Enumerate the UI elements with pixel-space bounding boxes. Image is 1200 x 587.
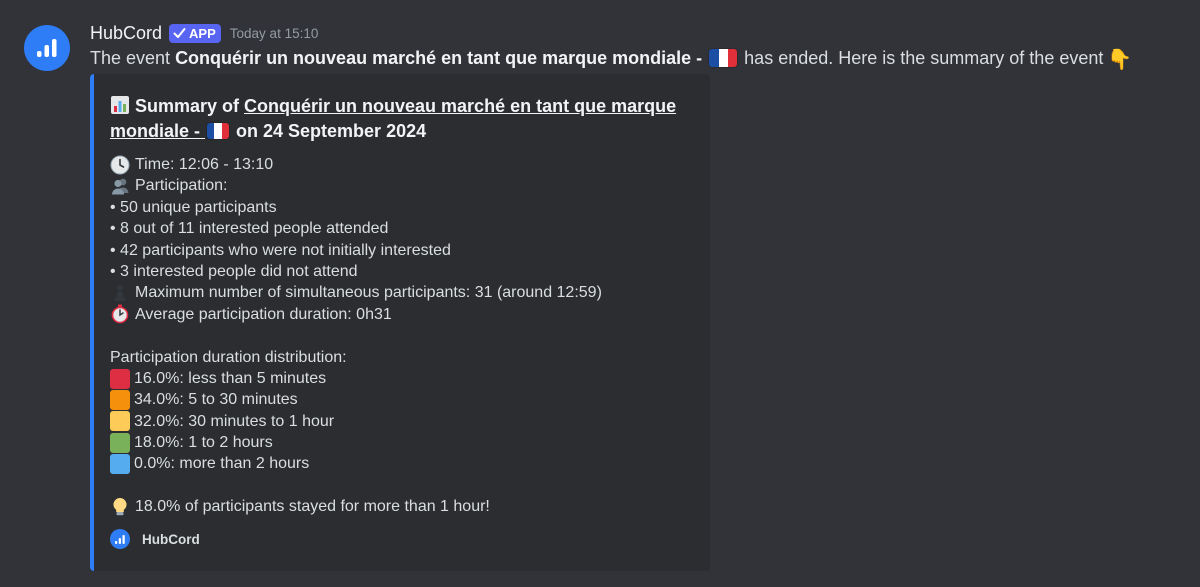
orange-square-icon xyxy=(110,389,130,410)
checkmark-icon xyxy=(173,28,186,38)
embed-title: Summary of Conquérir un nouveau marché e… xyxy=(110,94,690,144)
chess-pawn-icon xyxy=(110,283,130,303)
blue-square-icon xyxy=(110,454,130,475)
distribution-item: 18.0%: 1 to 2 hours xyxy=(110,432,694,453)
stat-line: • 8 out of 11 interested people attended xyxy=(110,220,389,238)
time-text: Time: 12:06 - 13:10 xyxy=(135,156,274,173)
message-header: HubCord APP Today at 15:10 xyxy=(90,20,318,46)
stopwatch-icon xyxy=(110,304,130,324)
embed-title-suffix: on 24 September 2024 xyxy=(231,121,427,141)
message-suffix: has ended. Here is the summary of the ev… xyxy=(739,48,1104,68)
people-icon xyxy=(110,176,130,196)
participation-line: Participation: xyxy=(110,175,694,196)
stat-line: • 42 participants who were not initially… xyxy=(110,241,451,259)
message-content: The event Conquérir un nouveau marché en… xyxy=(90,46,1132,72)
message-prefix: The event xyxy=(90,48,176,68)
distribution-item: 34.0%: 5 to 30 minutes xyxy=(110,389,694,410)
distribution-item: 16.0%: less than 5 minutes xyxy=(110,368,694,389)
embed-title-prefix: Summary of xyxy=(135,96,245,116)
bar-chart-icon xyxy=(110,529,130,549)
distribution-label: Participation duration distribution: xyxy=(110,348,347,366)
avg-duration-line: Average participation duration: 0h31 xyxy=(110,304,694,325)
bar-chart-emoji-icon xyxy=(110,95,130,115)
clock-icon xyxy=(110,155,130,175)
pointing-down-hand-icon: 👇 xyxy=(1107,49,1133,71)
distribution-item-label: 0.0%: more than 2 hours xyxy=(134,455,310,473)
green-square-icon xyxy=(110,432,130,453)
embed-body: Time: 12:06 - 13:10 Participation: • 50 … xyxy=(110,154,694,518)
participation-label: Participation: xyxy=(135,177,228,195)
yellow-square-icon xyxy=(110,411,130,432)
embed-title-link-line1: Conquérir un nouveau marché en tant que … xyxy=(244,96,677,116)
france-flag-icon xyxy=(207,123,229,139)
avatar[interactable] xyxy=(24,25,70,71)
embed-title-link-line2: mondiale - xyxy=(110,121,206,141)
stat-line: • 50 unique participants xyxy=(110,198,277,216)
light-bulb-icon xyxy=(110,497,130,517)
highlight-text: 18.0% of participants stayed for more th… xyxy=(135,498,490,516)
bar-chart-icon xyxy=(37,39,57,57)
app-badge: APP xyxy=(169,23,221,43)
embed-footer: HubCord xyxy=(110,529,200,549)
event-name: Conquérir un nouveau marché en tant que … xyxy=(175,48,703,68)
avg-duration-text: Average participation duration: 0h31 xyxy=(135,305,392,323)
timestamp[interactable]: Today at 15:10 xyxy=(230,26,319,41)
distribution-item-label: 18.0%: 1 to 2 hours xyxy=(134,434,273,452)
distribution-item: 32.0%: 30 minutes to 1 hour xyxy=(110,411,694,432)
red-square-icon xyxy=(110,368,130,389)
distribution-item-label: 32.0%: 30 minutes to 1 hour xyxy=(134,412,335,430)
distribution-item-label: 16.0%: less than 5 minutes xyxy=(134,369,327,387)
highlight-line: 18.0% of participants stayed for more th… xyxy=(110,496,694,517)
distribution-item: 0.0%: more than 2 hours xyxy=(110,453,694,475)
france-flag-icon xyxy=(709,49,738,67)
summary-embed: Summary of Conquérir un nouveau marché e… xyxy=(90,74,710,571)
time-line: Time: 12:06 - 13:10 xyxy=(110,154,694,175)
distribution-item-label: 34.0%: 5 to 30 minutes xyxy=(134,391,298,409)
footer-text: HubCord xyxy=(142,531,200,547)
max-participants-text: Maximum number of simultaneous participa… xyxy=(135,284,602,302)
app-badge-label: APP xyxy=(189,25,216,41)
chat-message: HubCord APP Today at 15:10 The event Con… xyxy=(0,0,1200,587)
max-participants-line: Maximum number of simultaneous participa… xyxy=(110,282,694,303)
username[interactable]: HubCord xyxy=(90,23,162,44)
stat-line: • 3 interested people did not attend xyxy=(110,262,358,280)
